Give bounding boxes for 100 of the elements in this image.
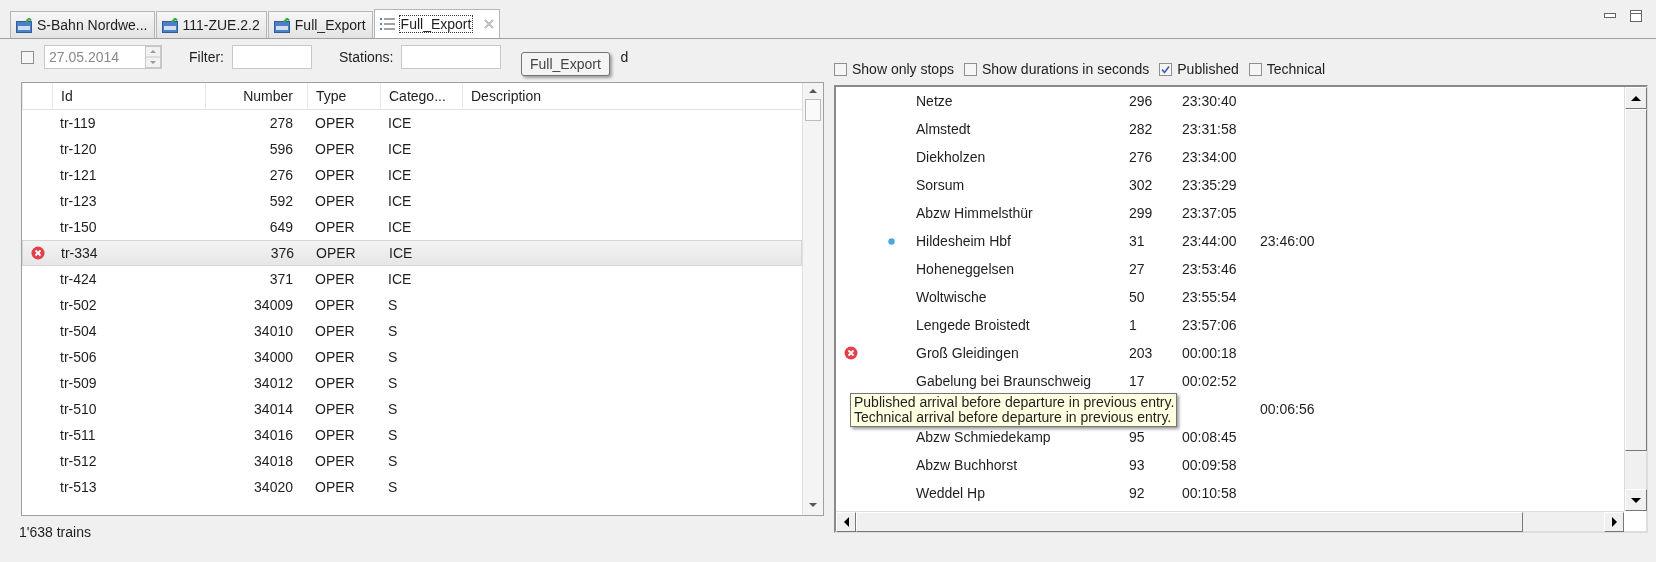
column-header[interactable]: Number [205,83,293,109]
close-icon[interactable] [484,19,495,29]
tab[interactable]: Full_Export [267,11,373,38]
scrollbar[interactable] [802,83,823,515]
table-cell-text: ICE [387,141,413,157]
table-row[interactable]: tr-502 34009 OPER S [22,292,802,318]
scroll-left-button[interactable] [836,511,856,532]
table-cell-text: 276 [268,167,293,183]
table-cell-text: 34018 [253,453,293,469]
table-row[interactable]: tr-123 592 OPER ICE [22,188,802,214]
table-row[interactable]: tr-120 596 OPER ICE [22,136,802,162]
table-cell-text: 27 [1129,261,1146,277]
table-cell-text: ICE [387,219,413,235]
table-cell-text: tr-120 [59,141,98,157]
table-cell-text: Almstedt [916,121,972,137]
checkbox-label[interactable]: Technical [1266,61,1326,77]
table-cell-text: Abzw Buchhorst [916,457,1019,473]
filter-field[interactable] [232,45,312,69]
column-header[interactable]: Id [52,83,205,109]
table-row[interactable]: tr-121 276 OPER ICE [22,162,802,188]
table-cell-text: tr-121 [59,167,98,183]
checkbox-label[interactable]: Published [1177,61,1239,77]
table-cell-text: OPER [314,193,356,209]
filter-label: Filter: [189,49,224,65]
table-cell-text: tr-123 [59,193,98,209]
table-cell-text: ICE [387,271,413,287]
table-cell-text: 276 [1129,149,1154,165]
table-cell-text: 17 [1129,373,1146,389]
tab[interactable]: Full_Export [373,9,501,38]
table-cell-text: 00:02:52 [1182,373,1238,389]
left-arrow-icon [843,516,849,527]
down-arrow-icon [809,503,817,507]
table-cell-text: 00:10:58 [1182,485,1238,501]
table-row[interactable]: tr-119 278 OPER ICE [22,110,802,136]
table-row[interactable]: tr-504 34010 OPER S [22,318,802,344]
scroll-right-button[interactable] [1604,511,1624,532]
document-icon [161,17,178,33]
table-cell-text: tr-424 [59,271,98,287]
scroll-up-button[interactable] [1624,87,1647,109]
checkbox[interactable] [963,62,977,76]
tab[interactable]: 111-ZUE.2.2 [155,11,267,38]
table-row[interactable]: tr-424 371 OPER ICE [22,266,802,292]
document-icon [273,17,290,33]
table-row[interactable]: tr-513 34020 OPER S [22,474,802,500]
scroll-down-button[interactable] [1624,489,1647,511]
table-cell-text: 34010 [253,323,293,339]
table-cell-text: OPER [314,323,356,339]
table-cell-text: tr-513 [59,479,98,495]
table-cell-text: tr-511 [59,427,97,443]
table-row[interactable]: tr-150 649 OPER ICE [22,214,802,240]
table-cell-text: 278 [268,115,293,131]
table-row[interactable]: tr-511 34016 OPER S [22,422,802,448]
scrollbar[interactable] [836,511,1624,531]
checkbox[interactable] [1159,62,1173,76]
table-cell-text: 34014 [253,401,293,417]
checkbox[interactable] [834,62,847,76]
table-cell-text: S [387,453,399,469]
table-cell-text: Weddel Hp [916,485,986,501]
table-cell-text: 23:37:05 [1182,205,1238,221]
table-cell-text: 23:30:40 [1182,93,1238,109]
table-cell-text: S [387,375,399,391]
down-arrow-icon [1630,497,1641,503]
table-cell-text: Hoheneggelsen [916,261,1016,277]
table-cell-text: Lengede Broistedt [916,317,1031,333]
tab[interactable]: S-Bahn Nordwe... [10,11,155,38]
table-cell-text: OPER [314,453,356,469]
list-icon [379,16,396,32]
maximize-icon[interactable] [1630,10,1642,22]
table-row[interactable]: tr-512 34018 OPER S [22,448,802,474]
table-cell-text: Abzw Himmelsthür [916,205,1034,221]
spinner-icon[interactable] [145,46,161,68]
checkbox-label[interactable]: Show only stops [852,61,954,77]
scrollbar[interactable] [1624,87,1646,511]
date-field[interactable]: 27.05.2014 [44,45,162,69]
table-cell-text: OPER [314,401,356,417]
table-cell-text: Groß Gleidingen [916,345,1020,361]
column-header[interactable]: Type [307,83,380,109]
table-cell-text: 34000 [253,349,293,365]
table-cell-text: 34009 [253,297,293,313]
table-cell-text: 34020 [253,479,293,495]
table-cell-text: OPER [314,297,356,313]
table-row[interactable]: tr-506 34000 OPER S [22,344,802,370]
stations-field[interactable] [401,45,502,69]
scroll-thumb[interactable] [805,99,821,121]
checkbox-label[interactable]: Show durations in seconds [981,61,1150,77]
table-cell-text: S [387,401,399,417]
table-row[interactable]: tr-509 34012 OPER S [22,370,802,396]
table-cell-text: tr-502 [59,297,98,313]
table-row[interactable]: tr-510 34014 OPER S [22,396,802,422]
table-cell-text: 1 [1129,317,1138,333]
table-row[interactable]: tr-334 376 OPER ICE [22,240,802,266]
column-header[interactable]: Catego... [380,83,462,109]
table-cell-text: OPER [314,427,356,443]
table-cell-text: 203 [1129,345,1154,361]
table-cell-text: Woltwische [916,289,988,305]
table-cell-text: OPER [314,349,356,365]
checkbox[interactable] [1248,62,1262,76]
checkbox[interactable] [21,50,34,64]
table-cell-text: 00:00:18 [1182,345,1238,361]
table-cell-text: 23:46:00 [1260,233,1316,249]
